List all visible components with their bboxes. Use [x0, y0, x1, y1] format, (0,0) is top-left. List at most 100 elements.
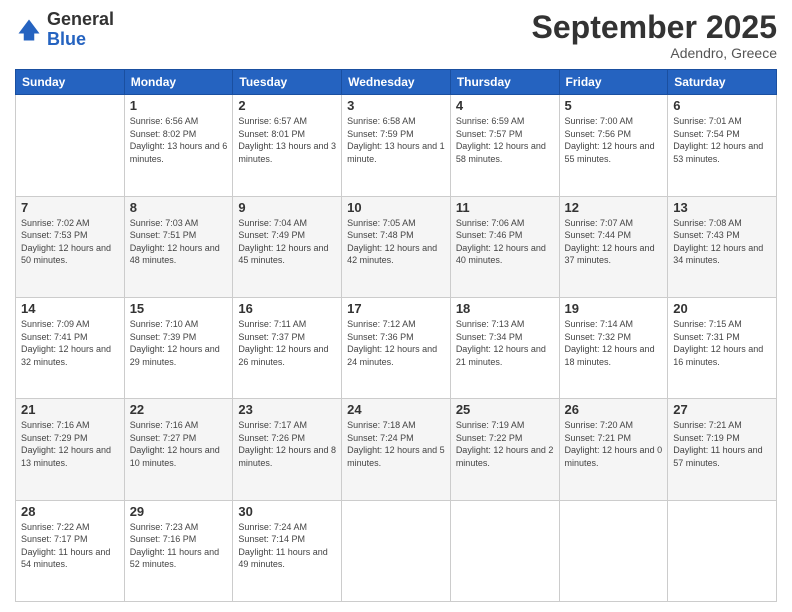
day-header-monday: Monday — [124, 70, 233, 95]
day-info: Sunrise: 7:06 AMSunset: 7:46 PMDaylight:… — [456, 217, 554, 267]
day-number: 30 — [238, 504, 336, 519]
day-number: 17 — [347, 301, 445, 316]
day-number: 1 — [130, 98, 228, 113]
day-number: 25 — [456, 402, 554, 417]
calendar-cell: 10 Sunrise: 7:05 AMSunset: 7:48 PMDayligh… — [342, 196, 451, 297]
calendar-cell: 13 Sunrise: 7:08 AMSunset: 7:43 PMDayligh… — [668, 196, 777, 297]
calendar-cell — [559, 500, 668, 601]
day-number: 11 — [456, 200, 554, 215]
day-number: 8 — [130, 200, 228, 215]
day-info: Sunrise: 7:14 AMSunset: 7:32 PMDaylight:… — [565, 318, 663, 368]
calendar-cell: 27 Sunrise: 7:21 AMSunset: 7:19 PMDayligh… — [668, 399, 777, 500]
day-info: Sunrise: 7:23 AMSunset: 7:16 PMDaylight:… — [130, 521, 228, 571]
calendar-cell: 20Sunrise: 7:15 AMSunset: 7:31 PMDayligh… — [668, 297, 777, 398]
day-info: Sunrise: 7:02 AMSunset: 7:53 PMDaylight:… — [21, 217, 119, 267]
calendar-cell: 9 Sunrise: 7:04 AMSunset: 7:49 PMDaylight… — [233, 196, 342, 297]
calendar-header-row: SundayMondayTuesdayWednesdayThursdayFrid… — [16, 70, 777, 95]
calendar-week-4: 28 Sunrise: 7:22 AMSunset: 7:17 PMDayligh… — [16, 500, 777, 601]
day-number: 12 — [565, 200, 663, 215]
day-info: Sunrise: 7:16 AMSunset: 7:29 PMDaylight:… — [21, 419, 119, 469]
day-number: 16 — [238, 301, 336, 316]
month-title: September 2025 — [532, 10, 777, 45]
calendar-cell — [668, 500, 777, 601]
day-info: Sunrise: 7:24 AMSunset: 7:14 PMDaylight:… — [238, 521, 336, 571]
day-info: Sunrise: 7:13 AMSunset: 7:34 PMDaylight:… — [456, 318, 554, 368]
calendar-cell: 11 Sunrise: 7:06 AMSunset: 7:46 PMDayligh… — [450, 196, 559, 297]
calendar-cell: 7 Sunrise: 7:02 AMSunset: 7:53 PMDaylight… — [16, 196, 125, 297]
day-info: Sunrise: 7:11 AMSunset: 7:37 PMDaylight:… — [238, 318, 336, 368]
day-info: Sunrise: 7:19 AMSunset: 7:22 PMDaylight:… — [456, 419, 554, 469]
calendar-cell — [450, 500, 559, 601]
day-info: Sunrise: 7:21 AMSunset: 7:19 PMDaylight:… — [673, 419, 771, 469]
day-number: 2 — [238, 98, 336, 113]
day-info: Sunrise: 7:12 AMSunset: 7:36 PMDaylight:… — [347, 318, 445, 368]
day-info: Sunrise: 7:09 AMSunset: 7:41 PMDaylight:… — [21, 318, 119, 368]
day-number: 29 — [130, 504, 228, 519]
logo-blue: Blue — [47, 29, 86, 49]
day-info: Sunrise: 7:18 AMSunset: 7:24 PMDaylight:… — [347, 419, 445, 469]
day-number: 15 — [130, 301, 228, 316]
day-number: 14 — [21, 301, 119, 316]
calendar-cell: 24Sunrise: 7:18 AMSunset: 7:24 PMDayligh… — [342, 399, 451, 500]
calendar-cell: 19Sunrise: 7:14 AMSunset: 7:32 PMDayligh… — [559, 297, 668, 398]
calendar-week-3: 21 Sunrise: 7:16 AMSunset: 7:29 PMDayligh… — [16, 399, 777, 500]
day-number: 21 — [21, 402, 119, 417]
calendar-cell: 28 Sunrise: 7:22 AMSunset: 7:17 PMDayligh… — [16, 500, 125, 601]
calendar-week-1: 7 Sunrise: 7:02 AMSunset: 7:53 PMDaylight… — [16, 196, 777, 297]
calendar-table: SundayMondayTuesdayWednesdayThursdayFrid… — [15, 69, 777, 602]
day-header-sunday: Sunday — [16, 70, 125, 95]
day-number: 3 — [347, 98, 445, 113]
day-info: Sunrise: 7:04 AMSunset: 7:49 PMDaylight:… — [238, 217, 336, 267]
day-info: Sunrise: 7:15 AMSunset: 7:31 PMDaylight:… — [673, 318, 771, 368]
day-number: 13 — [673, 200, 771, 215]
day-info: Sunrise: 7:05 AMSunset: 7:48 PMDaylight:… — [347, 217, 445, 267]
logo: General Blue — [15, 10, 114, 50]
day-number: 26 — [565, 402, 663, 417]
day-info: Sunrise: 7:07 AMSunset: 7:44 PMDaylight:… — [565, 217, 663, 267]
day-header-thursday: Thursday — [450, 70, 559, 95]
day-number: 6 — [673, 98, 771, 113]
calendar-cell: 23Sunrise: 7:17 AMSunset: 7:26 PMDayligh… — [233, 399, 342, 500]
day-info: Sunrise: 7:20 AMSunset: 7:21 PMDaylight:… — [565, 419, 663, 469]
day-header-saturday: Saturday — [668, 70, 777, 95]
calendar-cell: 3 Sunrise: 6:58 AMSunset: 7:59 PMDaylight… — [342, 95, 451, 196]
day-info: Sunrise: 6:56 AMSunset: 8:02 PMDaylight:… — [130, 115, 228, 165]
day-info: Sunrise: 6:59 AMSunset: 7:57 PMDaylight:… — [456, 115, 554, 165]
day-header-tuesday: Tuesday — [233, 70, 342, 95]
calendar-cell: 16 Sunrise: 7:11 AMSunset: 7:37 PMDayligh… — [233, 297, 342, 398]
day-number: 9 — [238, 200, 336, 215]
calendar-cell — [16, 95, 125, 196]
logo-general: General — [47, 9, 114, 29]
location: Adendro, Greece — [532, 45, 777, 61]
calendar-cell: 25 Sunrise: 7:19 AMSunset: 7:22 PMDayligh… — [450, 399, 559, 500]
day-number: 10 — [347, 200, 445, 215]
calendar-cell: 17 Sunrise: 7:12 AMSunset: 7:36 PMDayligh… — [342, 297, 451, 398]
day-number: 4 — [456, 98, 554, 113]
day-info: Sunrise: 7:22 AMSunset: 7:17 PMDaylight:… — [21, 521, 119, 571]
day-number: 5 — [565, 98, 663, 113]
day-info: Sunrise: 7:08 AMSunset: 7:43 PMDaylight:… — [673, 217, 771, 267]
day-info: Sunrise: 7:01 AMSunset: 7:54 PMDaylight:… — [673, 115, 771, 165]
day-number: 7 — [21, 200, 119, 215]
calendar-cell: 30 Sunrise: 7:24 AMSunset: 7:14 PMDayligh… — [233, 500, 342, 601]
logo-text: General Blue — [47, 10, 114, 50]
calendar-cell: 5Sunrise: 7:00 AMSunset: 7:56 PMDaylight… — [559, 95, 668, 196]
day-info: Sunrise: 7:17 AMSunset: 7:26 PMDaylight:… — [238, 419, 336, 469]
day-info: Sunrise: 7:10 AMSunset: 7:39 PMDaylight:… — [130, 318, 228, 368]
calendar-cell: 26 Sunrise: 7:20 AMSunset: 7:21 PMDayligh… — [559, 399, 668, 500]
day-info: Sunrise: 7:16 AMSunset: 7:27 PMDaylight:… — [130, 419, 228, 469]
day-number: 28 — [21, 504, 119, 519]
calendar-cell: 4 Sunrise: 6:59 AMSunset: 7:57 PMDaylight… — [450, 95, 559, 196]
day-info: Sunrise: 6:58 AMSunset: 7:59 PMDaylight:… — [347, 115, 445, 165]
logo-icon — [15, 16, 43, 44]
calendar-cell: 29 Sunrise: 7:23 AMSunset: 7:16 PMDayligh… — [124, 500, 233, 601]
calendar-cell: 8Sunrise: 7:03 AMSunset: 7:51 PMDaylight… — [124, 196, 233, 297]
calendar-cell: 18 Sunrise: 7:13 AMSunset: 7:34 PMDayligh… — [450, 297, 559, 398]
calendar-cell: 12 Sunrise: 7:07 AMSunset: 7:44 PMDayligh… — [559, 196, 668, 297]
calendar-cell — [342, 500, 451, 601]
calendar-cell: 2Sunrise: 6:57 AMSunset: 8:01 PMDaylight… — [233, 95, 342, 196]
calendar-cell: 1 Sunrise: 6:56 AMSunset: 8:02 PMDaylight… — [124, 95, 233, 196]
day-number: 18 — [456, 301, 554, 316]
calendar-week-0: 1 Sunrise: 6:56 AMSunset: 8:02 PMDaylight… — [16, 95, 777, 196]
day-number: 27 — [673, 402, 771, 417]
